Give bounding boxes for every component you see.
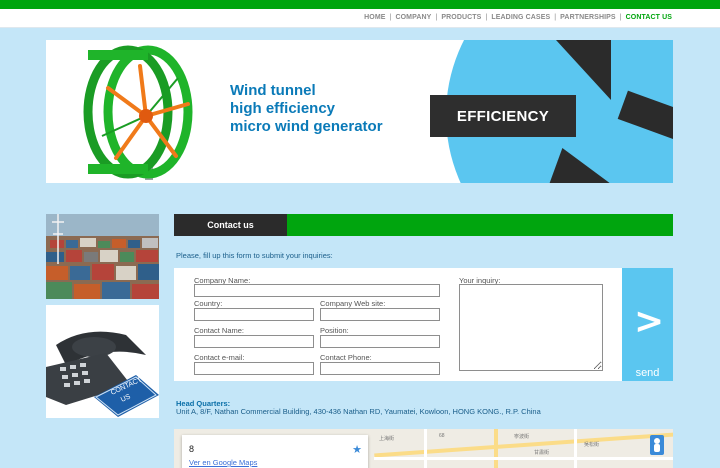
map-street-label: 吳松街	[584, 442, 600, 448]
nav-home[interactable]: HOME	[364, 14, 385, 21]
nav-separator: |	[485, 14, 488, 21]
nav-separator: |	[435, 14, 438, 21]
contact-email-label: Contact e-mail:	[194, 353, 245, 362]
map-street-label: 68	[439, 433, 445, 439]
contact-header-bar: Contact us	[174, 214, 673, 236]
nav-company[interactable]: COMPANY	[395, 14, 431, 21]
wind-turbine-image	[83, 45, 193, 180]
view-in-google-maps-link[interactable]: Ver en Google Maps	[189, 458, 257, 467]
nav-separator: |	[389, 14, 392, 21]
map-place-number: 8	[189, 444, 195, 454]
banner-dark-wedge	[549, 148, 623, 183]
inquiry-textarea[interactable]	[459, 284, 603, 371]
map-street-label: 上海街	[379, 436, 395, 442]
map-street-label: 寧波街	[514, 434, 530, 440]
map-road	[424, 429, 427, 468]
contact-phone-input[interactable]	[320, 362, 440, 375]
send-button[interactable]: > send	[622, 268, 673, 381]
nav-separator: |	[554, 14, 557, 21]
nav-separator: |	[619, 14, 622, 21]
form-intro-text: Please, fill up this form to submit your…	[176, 251, 333, 260]
headline-line-2: high efficiency	[230, 100, 336, 117]
company-web-site-label: Company Web site:	[320, 299, 386, 308]
banner-headline: Wind tunnel high efficiency micro wind g…	[230, 82, 383, 136]
map-road	[494, 429, 498, 468]
banner-dark-wedge	[556, 40, 611, 100]
nav-contact-us[interactable]: CONTACT US	[626, 14, 672, 21]
street-view-pegman-icon[interactable]	[650, 435, 664, 455]
map-info-card: 8 ★ Ver en Google Maps	[182, 435, 368, 468]
send-label: send	[635, 367, 660, 379]
head-quarters-address: Unit A, 8/F, Nathan Commercial Building,…	[176, 407, 541, 416]
position-label: Position:	[320, 326, 349, 335]
headline-line-1: Wind tunnel	[230, 82, 316, 99]
efficiency-badge: EFFICIENCY	[430, 95, 576, 137]
contact-us-phone-photo: CONTACT US	[46, 305, 159, 418]
position-input[interactable]	[320, 335, 440, 348]
main-nav: HOME | COMPANY | PRODUCTS | LEADING CASE…	[364, 14, 672, 21]
country-input[interactable]	[194, 308, 314, 321]
country-label: Country:	[194, 299, 223, 308]
headline-line-3: micro wind generator	[230, 118, 383, 135]
star-icon[interactable]: ★	[352, 443, 362, 456]
hero-banner: Wind tunnel high efficiency micro wind g…	[46, 40, 673, 183]
contact-name-label: Contact Name:	[194, 326, 245, 335]
container-port-photo	[46, 214, 159, 299]
nav-leading-cases[interactable]: LEADING CASES	[491, 14, 550, 21]
contact-email-input[interactable]	[194, 362, 314, 375]
google-map[interactable]: 上海街 寧波街 吳松街 甘肅街 68 8 ★ Ver en Google Map…	[174, 429, 673, 468]
inquiry-form: Company Name: Country: Company Web site:…	[174, 268, 622, 381]
top-green-bar	[0, 0, 720, 9]
map-road	[574, 429, 577, 468]
map-street-label: 甘肅街	[534, 450, 550, 456]
contact-name-input[interactable]	[194, 335, 314, 348]
company-web-site-input[interactable]	[320, 308, 440, 321]
send-arrow-icon: >	[634, 301, 665, 342]
contact-title: Contact us	[174, 214, 287, 236]
nav-products[interactable]: PRODUCTS	[441, 14, 481, 21]
map-road	[374, 457, 673, 460]
contact-phone-label: Contact Phone:	[320, 353, 372, 362]
nav-partnerships[interactable]: PARTNERSHIPS	[560, 14, 616, 21]
company-name-input[interactable]	[194, 284, 440, 297]
